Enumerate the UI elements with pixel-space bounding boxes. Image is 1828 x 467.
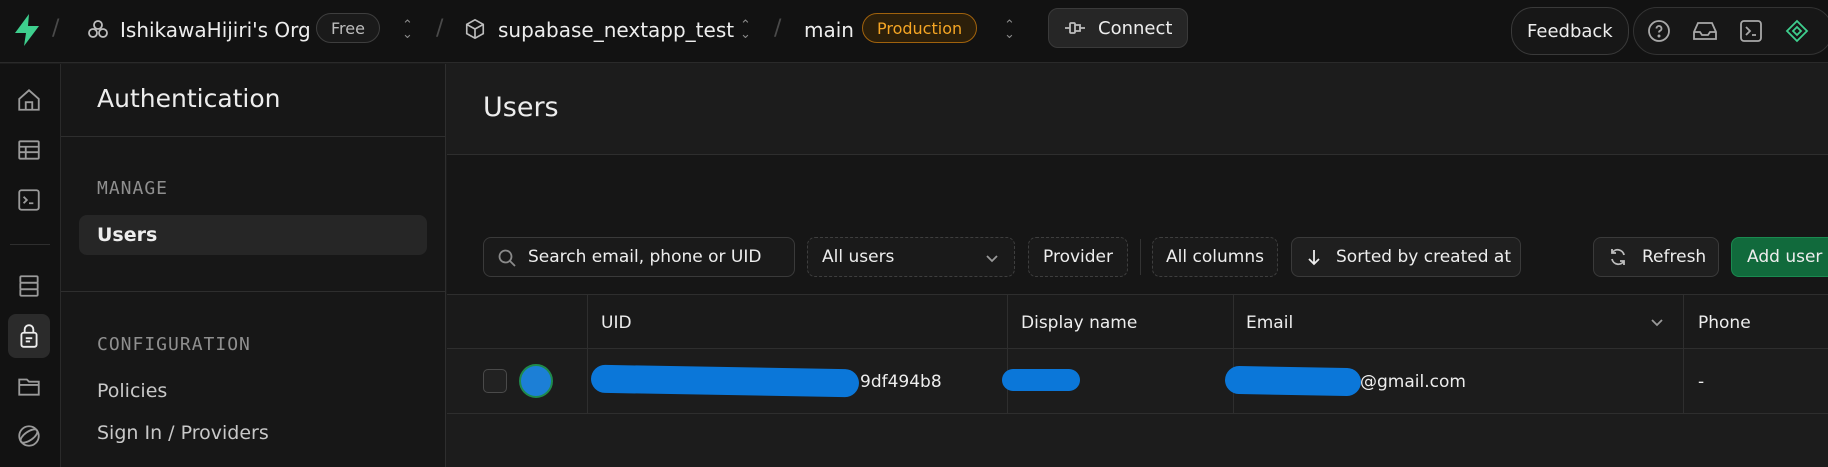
sidebar-divider xyxy=(61,136,446,137)
users-filter-label: All users xyxy=(822,247,895,267)
page-title: Users xyxy=(483,92,559,123)
top-bar: / IshikawaHijiri's Org Free ⌃ ⌄ / supabas… xyxy=(0,0,1828,63)
phone-cell: - xyxy=(1698,371,1705,392)
home-icon[interactable] xyxy=(8,78,50,122)
plug-icon xyxy=(1064,20,1086,36)
sort-label: Sorted by created at xyxy=(1336,247,1511,267)
sidebar-title: Authentication xyxy=(97,84,281,113)
refresh-label: Refresh xyxy=(1642,247,1707,267)
table-row[interactable]: 9df494b8 @gmail.com - xyxy=(447,349,1828,414)
search-input[interactable]: Search email, phone or UID xyxy=(483,237,795,277)
environment-badge: Production xyxy=(862,13,978,43)
toolbar-separator xyxy=(1140,239,1141,275)
arrow-down-icon xyxy=(1306,248,1322,266)
users-toolbar: Search email, phone or UID All users Pro… xyxy=(447,154,1828,294)
email-cell: @gmail.com xyxy=(1360,371,1466,392)
provider-filter-button[interactable]: Provider xyxy=(1028,237,1128,277)
org-switcher-chevron-icon[interactable]: ⌃ ⌄ xyxy=(402,19,413,41)
connect-label: Connect xyxy=(1098,17,1173,39)
connect-button[interactable]: Connect xyxy=(1048,8,1189,48)
users-filter-dropdown[interactable]: All users xyxy=(807,237,1015,277)
email-redaction xyxy=(1224,365,1362,397)
toolbar-icon-group xyxy=(1633,7,1828,55)
feedback-button[interactable]: Feedback xyxy=(1511,7,1629,55)
add-user-button[interactable]: Add user xyxy=(1731,237,1828,277)
column-header-display-name[interactable]: Display name xyxy=(1021,295,1137,350)
project-box-icon xyxy=(464,18,486,40)
refresh-button[interactable]: Refresh xyxy=(1593,237,1719,277)
branch-name[interactable]: main xyxy=(804,18,854,42)
project-switcher-chevron-icon[interactable]: ⌃ ⌄ xyxy=(740,19,751,41)
sidebar-item-policies[interactable]: Policies xyxy=(79,371,427,411)
icon-rail xyxy=(0,64,61,467)
display-name-redaction xyxy=(1002,369,1080,391)
search-icon xyxy=(497,248,517,268)
sidebar-divider xyxy=(61,291,446,292)
section-manage: MANAGE xyxy=(97,178,169,199)
sidebar-item-users[interactable]: Users xyxy=(79,215,427,255)
uid-cell: 9df494b8 xyxy=(860,371,942,392)
refresh-icon xyxy=(1608,247,1628,267)
breadcrumb-separator: / xyxy=(774,16,782,41)
storage-icon[interactable] xyxy=(8,364,50,408)
authentication-icon[interactable] xyxy=(8,314,50,358)
column-header-email[interactable]: Email xyxy=(1246,295,1293,350)
supabase-logo-icon[interactable] xyxy=(12,12,42,48)
search-placeholder: Search email, phone or UID xyxy=(528,247,762,267)
table-editor-icon[interactable] xyxy=(8,128,50,172)
inbox-icon[interactable] xyxy=(1692,18,1718,44)
branch-switcher-chevron-icon[interactable]: ⌃ ⌄ xyxy=(1004,19,1015,41)
users-table-header: UID Display name Email Phone xyxy=(447,294,1828,349)
plan-badge: Free xyxy=(316,13,380,43)
terminal-icon[interactable] xyxy=(1738,18,1764,44)
email-sort-chevron-icon[interactable] xyxy=(1649,314,1665,330)
column-header-phone[interactable]: Phone xyxy=(1698,295,1751,350)
avatar xyxy=(519,364,553,398)
breadcrumb-separator: / xyxy=(436,16,444,41)
sql-editor-icon[interactable] xyxy=(8,178,50,222)
auth-sidebar: Authentication MANAGE Users CONFIGURATIO… xyxy=(61,64,446,467)
chevron-down-icon xyxy=(984,250,1000,266)
project-name[interactable]: supabase_nextapp_test xyxy=(498,18,734,42)
section-configuration: CONFIGURATION xyxy=(97,334,251,355)
assistant-icon[interactable] xyxy=(1784,18,1810,44)
org-icon xyxy=(86,18,110,42)
column-header-uid[interactable]: UID xyxy=(601,295,632,350)
rail-divider xyxy=(10,244,50,245)
sidebar-item-sign-in-providers[interactable]: Sign In / Providers xyxy=(79,413,427,453)
row-checkbox[interactable] xyxy=(483,369,507,393)
main-content: Users Search email, phone or UID All use… xyxy=(447,64,1828,467)
realtime-icon[interactable] xyxy=(8,414,50,458)
breadcrumb-separator: / xyxy=(52,16,60,41)
database-icon[interactable] xyxy=(8,264,50,308)
sort-button[interactable]: Sorted by created at xyxy=(1291,237,1521,277)
help-icon[interactable] xyxy=(1646,18,1672,44)
uid-redaction xyxy=(590,364,860,398)
org-name[interactable]: IshikawaHijiri's Org xyxy=(120,18,311,42)
columns-button[interactable]: All columns xyxy=(1152,237,1278,277)
